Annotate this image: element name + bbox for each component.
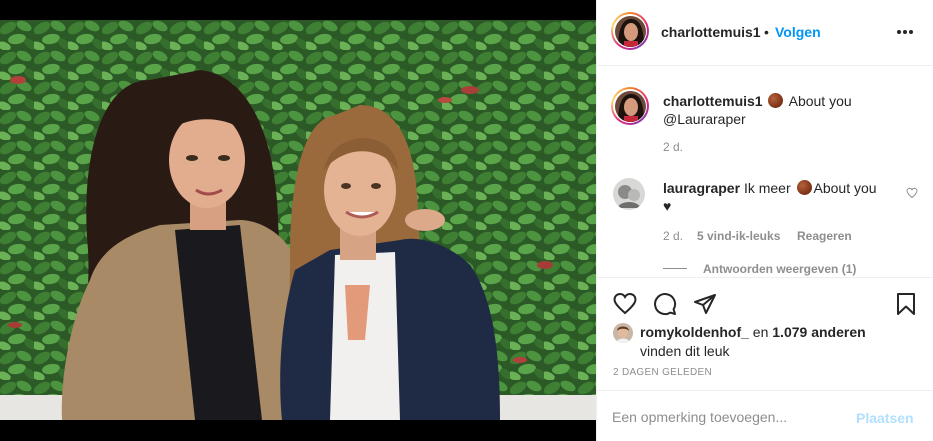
post-side-panel: charlottemuis1 • Volgen charlottemuis1 A… xyxy=(596,0,933,441)
comment-text: lauragraper Ik meer About you ♥ xyxy=(663,179,893,215)
author-avatar[interactable] xyxy=(611,12,649,50)
basketball-emoji-icon xyxy=(796,180,812,195)
caption-body: About you xyxy=(788,93,852,109)
replies-divider xyxy=(663,268,687,269)
comment-body-start: Ik meer xyxy=(743,180,791,196)
commenter-avatar-image xyxy=(613,178,645,210)
paper-plane-icon[interactable] xyxy=(693,292,717,316)
follow-button[interactable]: Volgen xyxy=(775,24,821,40)
comment-likes[interactable]: 5 vind-ik-leuks xyxy=(697,229,780,243)
comments-list[interactable]: charlottemuis1 About you @Lauraraper 2 d… xyxy=(597,67,933,277)
comment-username[interactable]: lauragraper xyxy=(663,180,740,196)
photo-bottom-bar xyxy=(0,420,596,441)
author-avatar-image xyxy=(614,15,646,47)
view-replies-link[interactable]: Antwoorden weergeven (1) xyxy=(703,262,856,276)
reply-button[interactable]: Reageren xyxy=(797,229,852,243)
likes-summary: romykoldenhof_ en 1.079 anderen vinden d… xyxy=(640,323,920,361)
more-options-icon[interactable] xyxy=(897,30,913,35)
caption-author-avatar[interactable] xyxy=(611,87,649,125)
caption-time[interactable]: 2 d. xyxy=(663,140,683,154)
caption-avatar-image xyxy=(614,90,646,122)
liker-username[interactable]: romykoldenhof_ xyxy=(640,324,749,340)
instagram-post-view: charlottemuis1 • Volgen charlottemuis1 A… xyxy=(0,0,933,441)
likes-connector: en xyxy=(752,324,769,340)
likes-suffix: vinden dit leuk xyxy=(640,343,730,359)
caption-username[interactable]: charlottemuis1 xyxy=(663,93,763,109)
post-photo[interactable] xyxy=(0,20,596,420)
basketball-emoji-icon xyxy=(768,93,784,108)
liker-avatar[interactable] xyxy=(613,323,633,343)
author-username[interactable]: charlottemuis1 xyxy=(661,24,761,40)
post-comment-button[interactable]: Plaatsen xyxy=(856,410,914,426)
commenter-avatar[interactable] xyxy=(613,178,645,210)
comment-input[interactable] xyxy=(612,409,842,425)
action-bar xyxy=(597,277,933,327)
post-header: charlottemuis1 • Volgen xyxy=(597,0,933,66)
likes-others-link[interactable]: 1.079 anderen xyxy=(772,324,865,340)
caption-mention[interactable]: @Lauraraper xyxy=(663,111,746,127)
heart-outline-icon[interactable] xyxy=(613,292,637,316)
comment-body-end: About you xyxy=(813,180,877,196)
comment-like-heart-icon[interactable] xyxy=(906,187,918,199)
post-timestamp[interactable]: 2 DAGEN GELEDEN xyxy=(613,367,712,378)
header-separator: • xyxy=(764,24,769,40)
liker-avatar-image xyxy=(613,323,633,343)
comment-bubble-icon[interactable] xyxy=(653,292,677,316)
comment-time[interactable]: 2 d. xyxy=(663,229,683,243)
caption-text: charlottemuis1 About you @Lauraraper xyxy=(663,92,919,128)
bookmark-icon[interactable] xyxy=(894,292,918,316)
comment-heart: ♥ xyxy=(663,198,672,214)
photo-illustration xyxy=(0,20,596,420)
add-comment-form: Plaatsen xyxy=(597,390,933,441)
